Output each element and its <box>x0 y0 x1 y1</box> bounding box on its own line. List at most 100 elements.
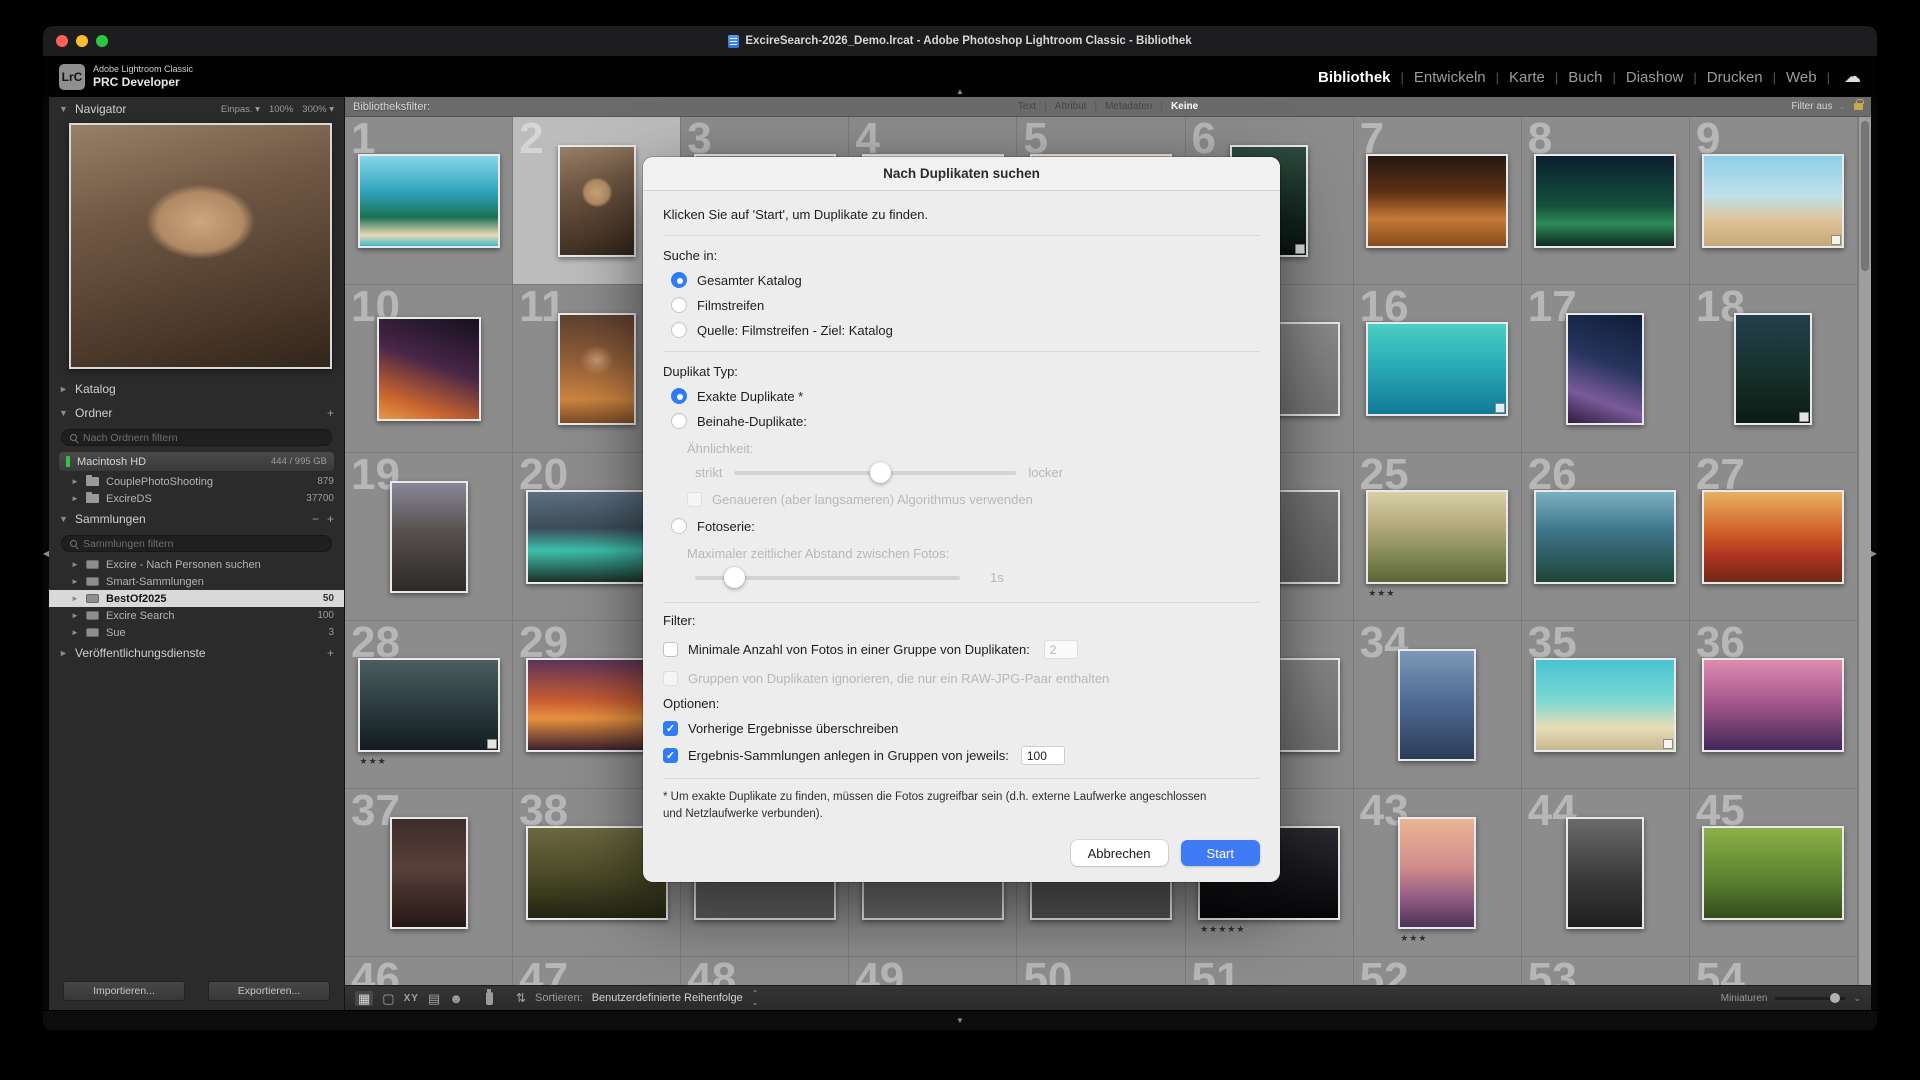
grid-cell-48[interactable]: 48 <box>681 957 849 985</box>
photo-thumbnail[interactable] <box>1366 154 1508 248</box>
grid-cell-9[interactable]: 9 <box>1690 117 1858 285</box>
cancel-button[interactable]: Abbrechen <box>1071 840 1168 866</box>
checkbox[interactable]: ✓ <box>663 748 678 763</box>
grid-view-icon[interactable]: ▦ <box>355 991 373 1006</box>
navigator-zoom-option[interactable]: 300% ▾ <box>302 104 334 115</box>
grid-cell-45[interactable]: 45 <box>1690 789 1858 957</box>
radio-row-photo-series[interactable]: Fotoserie: <box>663 518 1260 534</box>
grid-cell-46[interactable]: 46 <box>345 957 513 985</box>
grid-cell-26[interactable]: 26 <box>1522 453 1690 621</box>
filter-lock-icon[interactable] <box>1854 103 1863 110</box>
grid-cell-8[interactable]: 8 <box>1522 117 1690 285</box>
grid-cell-34[interactable]: 34 <box>1354 621 1522 789</box>
right-panel-collapse-strip[interactable]: ▶ <box>1871 97 1877 1010</box>
photo-thumbnail[interactable] <box>1734 313 1812 425</box>
right-collapse-arrow-icon[interactable]: ▶ <box>1871 549 1877 558</box>
module-tab-drucken[interactable]: Drucken <box>1707 69 1763 86</box>
export-button[interactable]: Exportieren... <box>208 981 330 1001</box>
collection-badge-icon[interactable] <box>1663 739 1673 749</box>
photo-thumbnail[interactable] <box>1398 649 1476 761</box>
expand-triangle-icon[interactable]: ► <box>71 494 79 503</box>
grid-cell-53[interactable]: 53 <box>1522 957 1690 985</box>
module-tab-diashow[interactable]: Diashow <box>1626 69 1684 86</box>
photo-thumbnail[interactable] <box>1398 817 1476 929</box>
zoom-window-button[interactable] <box>96 35 108 47</box>
grid-scrollbar[interactable] <box>1858 117 1871 985</box>
navigator-header[interactable]: ▼ Navigator Einpas. ▾100%300% ▾ <box>49 97 344 121</box>
checkbox-row-overwrite[interactable]: ✓ Vorherige Ergebnisse überschreiben <box>663 721 1260 736</box>
radio-row-source-target[interactable]: Quelle: Filmstreifen - Ziel: Katalog <box>663 322 1260 338</box>
similarity-slider[interactable] <box>734 471 1016 475</box>
grid-cell-37[interactable]: 37 <box>345 789 513 957</box>
checkbox-row-min-photos[interactable]: Minimale Anzahl von Fotos in einer Grupp… <box>663 640 1260 659</box>
grid-cell-35[interactable]: 35 <box>1522 621 1690 789</box>
thumbnail-size-slider-knob[interactable] <box>1830 993 1840 1003</box>
folder-row[interactable]: ►CouplePhotoShooting879 <box>49 473 344 490</box>
navigator-zoom-option[interactable]: 100% <box>269 104 293 115</box>
photo-thumbnail[interactable] <box>1566 313 1644 425</box>
grid-cell-27[interactable]: 27 <box>1690 453 1858 621</box>
module-tab-karte[interactable]: Karte <box>1509 69 1545 86</box>
compare-view-icon[interactable]: XY <box>404 993 419 1004</box>
grid-cell-36[interactable]: 36 <box>1690 621 1858 789</box>
group-size-input[interactable]: 100 <box>1021 746 1065 765</box>
collection-badge-icon[interactable] <box>1295 244 1305 254</box>
people-view-icon[interactable]: ☻ <box>449 992 463 1005</box>
add-publish-service-button[interactable]: + <box>327 646 334 660</box>
filter-tab-text[interactable]: Text <box>1018 101 1036 112</box>
painter-spray-icon[interactable] <box>486 992 493 1005</box>
photo-thumbnail[interactable] <box>377 317 481 421</box>
grid-cell-25[interactable]: 25★★★ <box>1354 453 1522 621</box>
thumbnail-size-slider[interactable] <box>1775 997 1845 1000</box>
radio-button[interactable] <box>671 272 687 288</box>
filmstrip-collapse-strip[interactable]: ▼ <box>43 1010 1877 1030</box>
grid-cell-43[interactable]: 43★★★ <box>1354 789 1522 957</box>
grid-cell-54[interactable]: 54 <box>1690 957 1858 985</box>
navigator-preview-image[interactable] <box>69 123 332 369</box>
filter-preset-dropdown[interactable]: Filter aus <box>1791 101 1832 112</box>
add-collection-button[interactable]: + <box>327 512 334 526</box>
expand-triangle-icon[interactable]: ► <box>71 560 79 569</box>
radio-row-near-duplicates[interactable]: Beinahe-Duplikate: <box>663 413 1260 429</box>
collection-badge-icon[interactable] <box>1799 412 1809 422</box>
close-window-button[interactable] <box>56 35 68 47</box>
time-gap-slider[interactable] <box>695 576 960 580</box>
expand-triangle-icon[interactable]: ► <box>71 577 79 586</box>
photo-thumbnail[interactable] <box>1534 154 1676 248</box>
radio-button[interactable] <box>671 388 687 404</box>
radio-button[interactable] <box>671 413 687 429</box>
grid-cell-17[interactable]: 17 <box>1522 285 1690 453</box>
checkbox[interactable] <box>663 642 678 657</box>
folders-section-header[interactable]: ▼ Ordner + <box>49 401 344 425</box>
collection-row[interactable]: ►BestOf202550 <box>49 590 344 607</box>
module-tab-entwickeln[interactable]: Entwickeln <box>1414 69 1486 86</box>
collection-row[interactable]: ►Smart-Sammlungen <box>49 573 344 590</box>
grid-cell-50[interactable]: 50 <box>1017 957 1185 985</box>
photo-thumbnail[interactable] <box>1366 322 1508 416</box>
grid-cell-18[interactable]: 18 <box>1690 285 1858 453</box>
photo-thumbnail[interactable] <box>1566 817 1644 929</box>
photo-thumbnail[interactable] <box>1702 658 1844 752</box>
radio-row-filmstrip[interactable]: Filmstreifen <box>663 297 1260 313</box>
radio-button[interactable] <box>671 518 687 534</box>
photo-thumbnail[interactable] <box>390 481 468 593</box>
grid-cell-7[interactable]: 7 <box>1354 117 1522 285</box>
loupe-view-icon[interactable]: ▢ <box>382 992 394 1005</box>
photo-thumbnail[interactable] <box>558 313 636 425</box>
cloud-sync-icon[interactable]: ☁ <box>1844 67 1861 87</box>
photo-thumbnail[interactable] <box>390 817 468 929</box>
radio-row-entire-catalog[interactable]: Gesamter Katalog <box>663 272 1260 288</box>
photo-thumbnail[interactable] <box>1534 658 1676 752</box>
survey-view-icon[interactable]: ▤ <box>428 992 440 1005</box>
module-tab-buch[interactable]: Buch <box>1568 69 1602 86</box>
module-tab-bibliothek[interactable]: Bibliothek <box>1318 69 1391 86</box>
collection-badge-icon[interactable] <box>1831 235 1841 245</box>
checkbox-row-raw-jpg[interactable]: Gruppen von Duplikaten ignorieren, die n… <box>663 671 1260 686</box>
toolbar-options-chevron-icon[interactable]: ⌄ <box>1853 993 1861 1004</box>
photo-thumbnail[interactable] <box>1702 826 1844 920</box>
grid-cell-16[interactable]: 16 <box>1354 285 1522 453</box>
import-button[interactable]: Importieren... <box>63 981 185 1001</box>
grid-cell-49[interactable]: 49 <box>849 957 1017 985</box>
grid-cell-19[interactable]: 19 <box>345 453 513 621</box>
collection-row[interactable]: ►Excire Search100 <box>49 607 344 624</box>
